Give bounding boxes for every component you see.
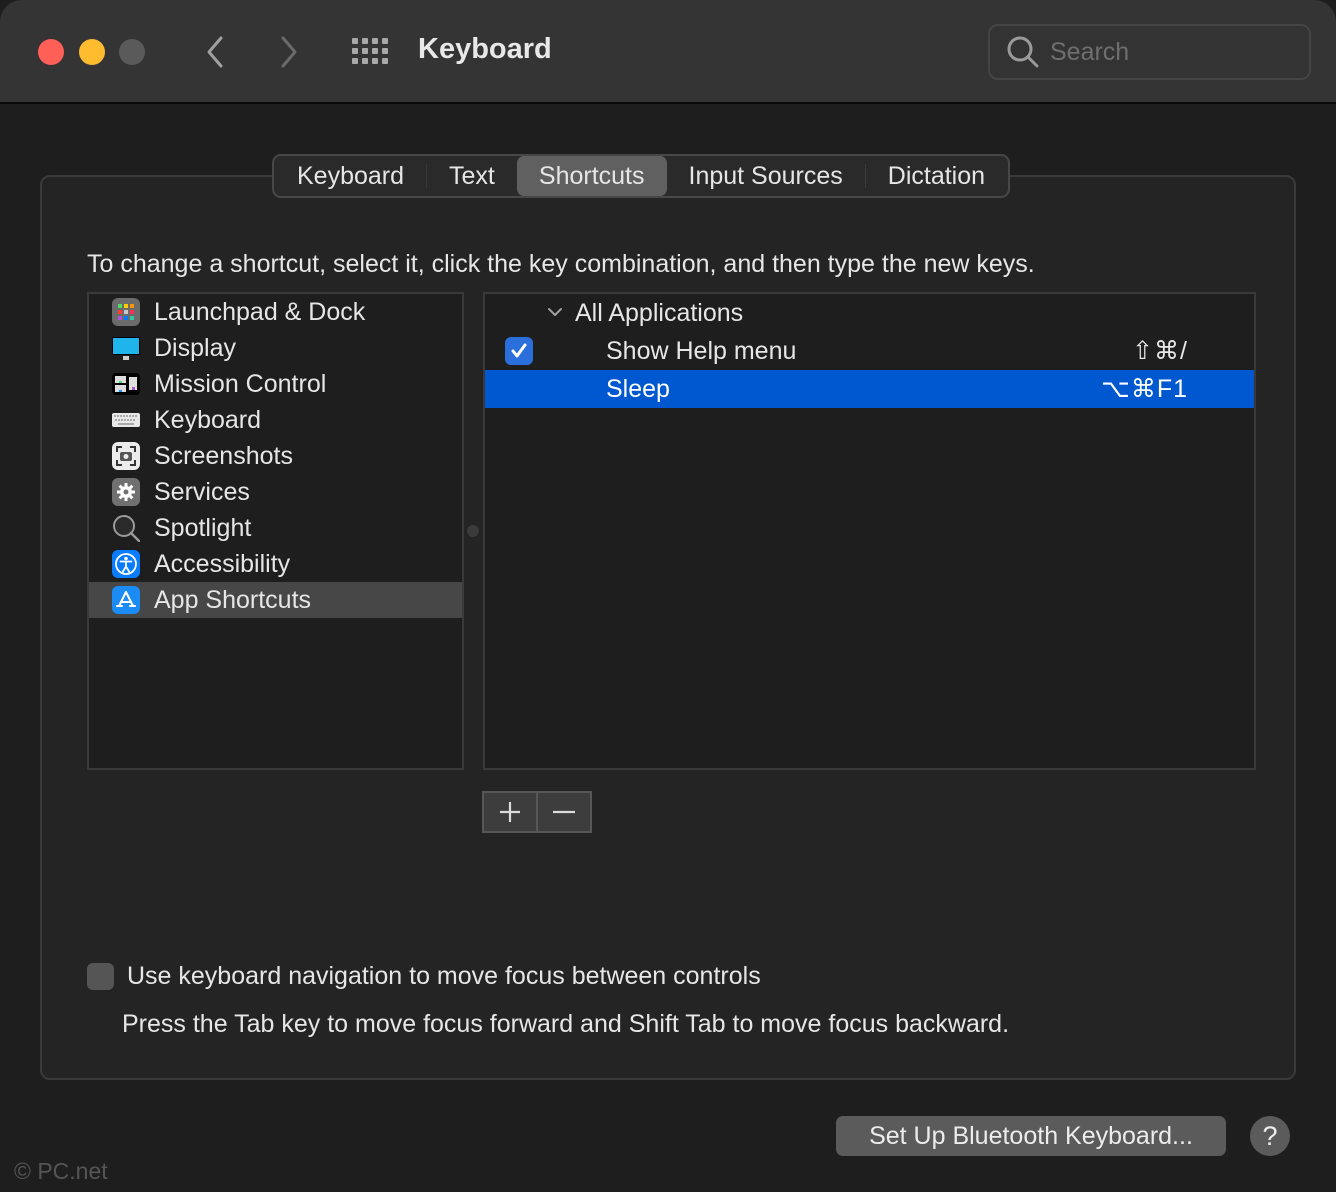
screenshots-icon <box>112 442 140 470</box>
checkmark-icon <box>511 343 527 358</box>
shortcut-group-all-applications[interactable]: All Applications <box>485 294 1254 332</box>
instructions-text: To change a shortcut, select it, click t… <box>87 250 1035 278</box>
category-label: Mission Control <box>154 369 327 398</box>
magnifier-icon <box>112 514 140 542</box>
category-keyboard[interactable]: Keyboard <box>89 402 462 438</box>
tab-input-sources[interactable]: Input Sources <box>667 156 865 196</box>
category-app-shortcuts[interactable]: App Shortcuts <box>89 582 462 618</box>
category-label: Display <box>154 333 236 362</box>
category-launchpad-dock[interactable]: Launchpad & Dock <box>89 294 462 330</box>
add-shortcut-button[interactable] <box>484 793 538 831</box>
shortcut-name: Sleep <box>606 374 670 403</box>
minus-icon <box>553 810 575 814</box>
minimize-button[interactable] <box>79 39 105 65</box>
help-button[interactable]: ? <box>1250 1116 1290 1156</box>
back-button[interactable] <box>200 30 230 74</box>
chevron-right-icon <box>281 36 297 68</box>
mission-control-icon <box>112 370 140 398</box>
shortcuts-list: All Applications Show Help menu ⇧⌘/ Slee… <box>483 292 1256 770</box>
tab-text[interactable]: Text <box>427 156 517 196</box>
show-all-grid-icon[interactable] <box>350 38 390 66</box>
category-label: Keyboard <box>154 405 262 434</box>
launchpad-icon <box>112 298 140 326</box>
category-screenshots[interactable]: Screenshots <box>89 438 462 474</box>
tab-keyboard[interactable]: Keyboard <box>275 156 426 196</box>
category-list: Launchpad & Dock Display Mission Control… <box>87 292 464 770</box>
app-store-icon <box>112 586 140 614</box>
shortcut-keys[interactable]: ⌥⌘F1 <box>1101 374 1188 404</box>
forward-button[interactable] <box>274 30 304 74</box>
tab-dictation[interactable]: Dictation <box>866 156 1007 196</box>
search-input[interactable] <box>1050 37 1300 67</box>
split-view-divider-handle[interactable] <box>467 525 479 537</box>
category-label: Screenshots <box>154 441 293 470</box>
plus-icon <box>500 802 520 822</box>
category-label: Spotlight <box>154 513 252 542</box>
category-label: App Shortcuts <box>154 585 312 614</box>
category-label: Services <box>154 477 250 506</box>
chevron-left-icon <box>207 36 223 68</box>
tab-shortcuts[interactable]: Shortcuts <box>516 156 667 196</box>
keyboard-icon <box>112 406 140 434</box>
zoom-button[interactable] <box>119 39 145 65</box>
add-remove-control <box>482 791 592 833</box>
category-services[interactable]: Services <box>89 474 462 510</box>
category-label: Launchpad & Dock <box>154 297 366 326</box>
gear-icon <box>112 478 140 506</box>
shortcut-keys[interactable]: ⇧⌘/ <box>1132 336 1188 366</box>
watermark: © PC.net <box>14 1158 108 1184</box>
keyboard-navigation-hint: Press the Tab key to move focus forward … <box>122 1010 1010 1038</box>
setup-bluetooth-keyboard-button[interactable]: Set Up Bluetooth Keyboard... <box>836 1116 1226 1156</box>
group-label: All Applications <box>575 298 744 327</box>
accessibility-icon <box>112 550 140 578</box>
window-title: Keyboard <box>418 33 552 65</box>
category-mission-control[interactable]: Mission Control <box>89 366 462 402</box>
display-icon <box>112 334 140 362</box>
shortcut-name: Show Help menu <box>606 336 797 365</box>
search-field[interactable] <box>988 24 1311 80</box>
tab-bar: Keyboard Text Shortcuts Input Sources Di… <box>272 154 1011 198</box>
close-button[interactable] <box>38 39 64 65</box>
remove-shortcut-button[interactable] <box>538 793 590 831</box>
chevron-down-icon[interactable] <box>547 306 563 318</box>
titlebar: Keyboard <box>0 0 1336 104</box>
category-spotlight[interactable]: Spotlight <box>89 510 462 546</box>
keyboard-navigation-label[interactable]: Use keyboard navigation to move focus be… <box>127 962 761 991</box>
shortcut-enabled-checkbox[interactable] <box>505 337 533 365</box>
shortcut-row[interactable]: Show Help menu ⇧⌘/ <box>485 332 1254 370</box>
keyboard-navigation-option: Use keyboard navigation to move focus be… <box>87 962 761 991</box>
category-display[interactable]: Display <box>89 330 462 366</box>
search-icon <box>1007 36 1039 68</box>
category-accessibility[interactable]: Accessibility <box>89 546 462 582</box>
system-preferences-window: Keyboard Keyboard Text Shortcuts Input S… <box>0 0 1336 1192</box>
shortcut-row[interactable]: Sleep ⌥⌘F1 <box>485 370 1254 408</box>
category-label: Accessibility <box>154 549 291 578</box>
keyboard-navigation-checkbox[interactable] <box>87 963 114 990</box>
